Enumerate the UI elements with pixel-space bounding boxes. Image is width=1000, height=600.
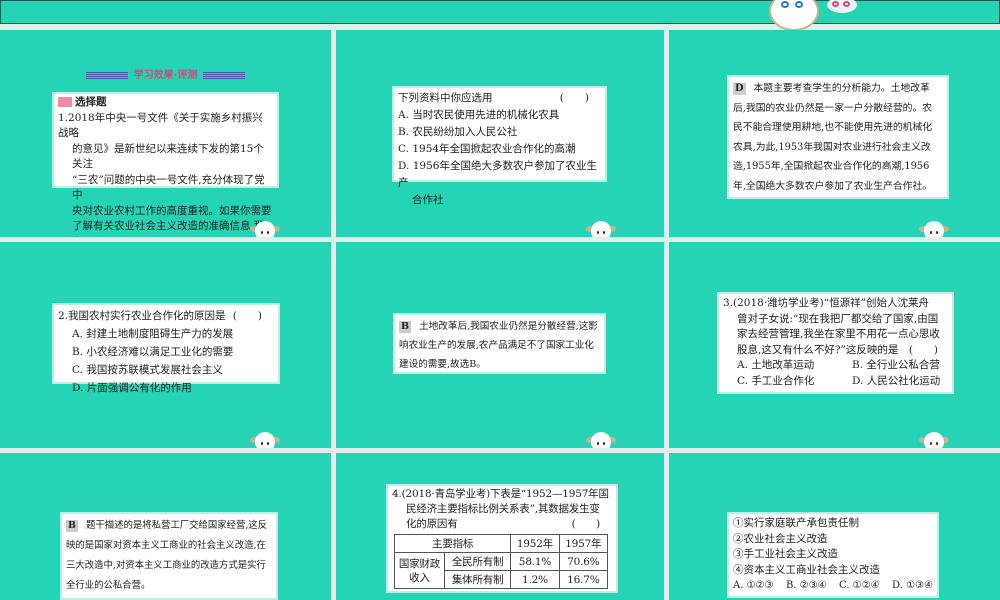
option-d: D. 片面强调公有化的作用 [72,382,192,394]
statement-item: ①实行家庭联产承包责任制 [733,517,859,529]
table-group-cell: 国家财政收入 [394,552,445,589]
slide-5[interactable]: B 土地改革后,我国农业仍然是分散经营,这影 响农业生产的发展,农产品满足不了国家… [336,242,664,448]
section-title: 学习效果·评测 [0,66,331,81]
indicator-table: 主要指标 1952年 1957年 国家财政收入 全民所有制 58.1% 70.6% 集体所… [393,534,609,589]
question-line: 3.(2018·潍坊学业考)“恒源祥”创始人沈莱舟 [723,297,930,309]
explanation-line: 年,全国绝大多数农户参加了农业生产合作社。 [733,180,933,192]
explanation-line: 后,我国的农业仍然是一家一户分散经营的。农 [733,102,933,114]
explanation-line: 建设的需要,故选B。 [399,359,486,370]
option-b: B. 全行业公私合营 [852,359,940,372]
previous-slide-strip [0,0,1000,31]
answer-box: D 本题主要考查学生的分析能力。土地改革 后,我国的农业仍然是一家一户分散经营的。… [727,75,949,199]
answer-blank: ( ) [571,518,601,530]
question-box: 3.(2018·潍坊学业考)“恒源祥”创始人沈莱舟 曾对子女说:“现在我把厂都交… [717,292,954,394]
table-cell: 集体所有制 [443,570,512,589]
slide-3[interactable]: D 本题主要考查学生的分析能力。土地改革 后,我国的农业仍然是一家一户分散经营的。… [669,30,1000,237]
question-box: 2.我国农村实行农业合作化的原因是 ( ) A. 封建土地制度阻碍生产力的发展 B… [52,303,280,394]
option-c: C. 手工业合作化 [737,374,815,387]
cow-icon [586,221,616,237]
explanation-line: 土地改革后,我国农业仍然是分散经营,这影 [419,321,598,332]
option-b: B. 小农经济难以满足工业化的需要 [72,346,234,358]
table-cell: 1.2% [510,570,560,589]
slide-2[interactable]: 下列资料中你应选用 ( ) A. 当时农民使用先进的机械化农具 B. 农民纷纷加入… [336,30,664,237]
section-marker-icon [58,97,72,107]
question-line: 4.(2018·青岛学业考)下表是“1952—1957年国 [392,488,609,500]
option-c: C. 我国按苏联模式发展社会主义 [72,364,223,376]
slide-1[interactable]: 学习效果·评测 选择题 1.2018年中央一号文件《关于实施乡村振兴战略 的意见… [0,30,331,237]
table-row: 国家财政收入 全民所有制 58.1% 70.6% [394,552,609,589]
answer-box: B 题干描述的是将私营工厂交给国家经营,这反 映的是国家对资本主义工商业的社会主义… [60,512,278,600]
cow-icon [919,432,949,448]
question-line: 股息,这又有什么不好?”这反映的是 ( ) [737,343,939,356]
option-d: D. 1956年全国绝大多数农户参加了农业生产 [398,160,597,189]
question-stem: 2.我国农村实行农业合作化的原因是 [58,310,226,322]
question-box: 下列资料中你应选用 ( ) A. 当时农民使用先进的机械化农具 B. 农民纷纷加入… [392,86,607,206]
explanation-line: 造,1955年,全国掀起农业合作化的高潮,1956 [733,161,930,172]
explanation-line: 映的是国家对资本主义工商业的社会主义改造,在 [66,540,266,551]
option-a: A. 土地改革运动 [737,359,815,372]
slide-9[interactable]: ①实行家庭联产承包责任制 ②农业社会主义改造 ③手工业社会主义改造 ④资本主义工… [669,453,1000,600]
question-line: 曾对子女说:“现在我把厂都交给了国家,由国 [737,312,939,325]
table-cell: 58.1% [510,552,560,571]
answer-box: B 土地改革后,我国农业仍然是分散经营,这影 响农业生产的发展,农产品满足不了国家… [393,313,606,374]
explanation-line: 农具,为此,1953年我国对农业进行社会主义改 [733,141,931,153]
option-c: C. ①②④ [839,580,880,591]
cartoon-cow-icon [761,0,861,31]
option-d: D. 人民公社化运动 [852,374,941,387]
slide-6[interactable]: 3.(2018·潍坊学业考)“恒源祥”创始人沈莱舟 曾对子女说:“现在我把厂都交… [669,242,1000,448]
question-stem: 下列资料中你应选用 [398,92,493,104]
section-label: 选择题 [75,96,107,108]
answer-tag: B [399,321,412,333]
table-cell: 16.7% [558,570,609,589]
slide-8[interactable]: 4.(2018·青岛学业考)下表是“1952—1957年国 民经济主要指标比例关… [336,453,664,600]
question-box: 选择题 1.2018年中央一号文件《关于实施乡村振兴战略 的意见》是新世纪以来连… [52,92,279,237]
question-line: 家去经营管理,我坐在家里不用花一点心思收 [737,328,940,341]
slide-7[interactable]: B 题干描述的是将私营工厂交给国家经营,这反 映的是国家对资本主义工商业的社会主义… [0,453,331,600]
explanation-line: 响农业生产的发展,农产品满足不了国家工业化 [399,340,594,351]
question-line: 化的原因有 [406,518,458,530]
question-line: 的意见》是新世纪以来连续下发的第15个关注 [72,142,264,171]
table-cell: 70.6% [558,552,609,571]
question-box: 4.(2018·青岛学业考)下表是“1952—1957年国 民经济主要指标比例关… [386,484,618,593]
answer-blank: ( ) [232,310,262,322]
answer-tag: B [66,520,78,532]
cow-icon [919,221,949,237]
option-d: D. ①③④ [892,580,933,591]
slide-4[interactable]: 2.我国农村实行农业合作化的原因是 ( ) A. 封建土地制度阻碍生产力的发展 B… [0,242,331,448]
option-b: B. ②③④ [785,580,827,591]
table-header-row: 主要指标 1952年 1957年 [393,534,609,553]
question-line: “三农”问题的中央一号文件,充分体现了党中 [72,173,265,202]
question-line: 央对农业农村工作的高度重视。如果你需要 [72,204,272,217]
cow-icon [250,432,280,448]
table-header: 主要指标 [393,534,512,553]
explanation-line: 民不能合理使用耕地,也不能使用先进的机械化 [733,122,933,133]
explanation-line: 三大改造中,对资本主义工商业的改造方式是实行 [66,560,266,571]
statement-item: ②农业社会主义改造 [733,532,828,545]
explanation-line: 全行业的公私合营。 [66,580,151,591]
option-b: B. 农民纷纷加入人民公社 [398,126,518,138]
question-box: ①实行家庭联产承包责任制 ②农业社会主义改造 ③手工业社会主义改造 ④资本主义工… [727,512,939,598]
statement-item: ③手工业社会主义改造 [733,548,838,560]
cow-icon [586,432,616,448]
option-c: C. 1954年全国掀起农业合作化的高潮 [398,143,576,155]
explanation-line: 本题主要考查学生的分析能力。土地改革 [753,83,930,94]
question-line: 1.2018年中央一号文件《关于实施乡村振兴战略 [58,111,263,140]
option-a: A. 封建土地制度阻碍生产力的发展 [72,328,234,340]
question-line: 了解有关农业社会主义改造的准确信息,那么 [72,220,264,237]
answer-tag: D [733,83,746,95]
table-cell: 全民所有制 [443,552,512,571]
table-header: 1952年 [510,534,560,553]
option-a: A. 当时农民使用先进的机械化农具 [398,109,560,121]
statement-item: ④资本主义工商业社会主义改造 [733,563,880,576]
option-a: A. ①②③ [733,580,774,591]
answer-blank: ( ) [559,92,589,104]
explanation-line: 题干描述的是将私营工厂交给国家经营,这反 [85,520,268,531]
option-d-cont: 合作社 [412,194,444,206]
cow-icon [250,221,280,237]
question-line: 民经济主要指标比例关系表”,其数据发生变 [406,503,600,515]
table-header: 1957年 [558,534,609,553]
